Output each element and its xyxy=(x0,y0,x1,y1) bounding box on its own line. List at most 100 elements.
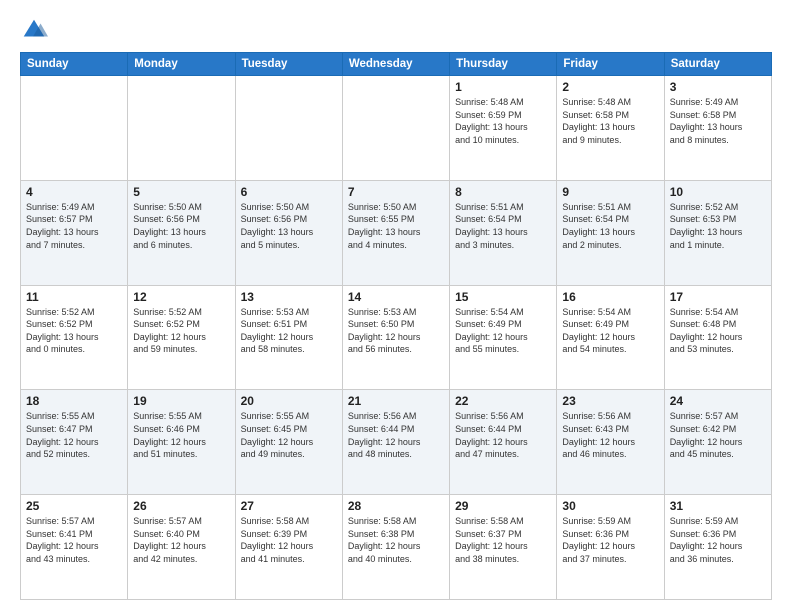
calendar-cell: 5 Sunrise: 5:50 AM Sunset: 6:56 PM Daylig… xyxy=(128,180,235,285)
calendar-cell: 8 Sunrise: 5:51 AM Sunset: 6:54 PM Daylig… xyxy=(450,180,557,285)
calendar-cell: 4 Sunrise: 5:49 AM Sunset: 6:57 PM Daylig… xyxy=(21,180,128,285)
day-info: Sunrise: 5:59 AM Sunset: 6:36 PM Dayligh… xyxy=(562,515,658,565)
calendar-week-5: 25Sunrise: 5:57 AM Sunset: 6:41 PM Dayli… xyxy=(21,495,772,600)
day-number: 9 xyxy=(562,185,658,199)
logo-icon xyxy=(20,16,48,44)
calendar-cell: 25Sunrise: 5:57 AM Sunset: 6:41 PM Dayli… xyxy=(21,495,128,600)
day-number: 2 xyxy=(562,80,658,94)
calendar-week-3: 11 Sunrise: 5:52 AM Sunset: 6:52 PM Dayli… xyxy=(21,285,772,390)
day-number: 23 xyxy=(562,394,658,408)
day-number: 26 xyxy=(133,499,229,513)
calendar-cell: 13 Sunrise: 5:53 AM Sunset: 6:51 PM Dayli… xyxy=(235,285,342,390)
day-number: 7 xyxy=(348,185,444,199)
day-info: Sunrise: 5:51 AM Sunset: 6:54 PM Dayligh… xyxy=(455,201,551,251)
calendar-cell xyxy=(21,76,128,181)
day-info: Sunrise: 5:49 AM Sunset: 6:57 PM Dayligh… xyxy=(26,201,122,251)
day-info: Sunrise: 5:50 AM Sunset: 6:56 PM Dayligh… xyxy=(241,201,337,251)
calendar-cell: 1 Sunrise: 5:48 AM Sunset: 6:59 PM Daylig… xyxy=(450,76,557,181)
calendar-cell: 19Sunrise: 5:55 AM Sunset: 6:46 PM Dayli… xyxy=(128,390,235,495)
calendar-header-thursday: Thursday xyxy=(450,53,557,76)
day-number: 25 xyxy=(26,499,122,513)
calendar-week-1: 1 Sunrise: 5:48 AM Sunset: 6:59 PM Daylig… xyxy=(21,76,772,181)
day-info: Sunrise: 5:58 AM Sunset: 6:38 PM Dayligh… xyxy=(348,515,444,565)
calendar-cell: 16 Sunrise: 5:54 AM Sunset: 6:49 PM Dayli… xyxy=(557,285,664,390)
day-info: Sunrise: 5:55 AM Sunset: 6:46 PM Dayligh… xyxy=(133,410,229,460)
day-info: Sunrise: 5:57 AM Sunset: 6:42 PM Dayligh… xyxy=(670,410,766,460)
calendar-cell xyxy=(342,76,449,181)
logo xyxy=(20,16,52,44)
calendar-header-saturday: Saturday xyxy=(664,53,771,76)
day-number: 18 xyxy=(26,394,122,408)
day-number: 22 xyxy=(455,394,551,408)
day-info: Sunrise: 5:52 AM Sunset: 6:52 PM Dayligh… xyxy=(26,306,122,356)
calendar-cell: 30 Sunrise: 5:59 AM Sunset: 6:36 PM Dayli… xyxy=(557,495,664,600)
day-number: 3 xyxy=(670,80,766,94)
day-number: 15 xyxy=(455,290,551,304)
day-info: Sunrise: 5:48 AM Sunset: 6:58 PM Dayligh… xyxy=(562,96,658,146)
calendar-cell: 24Sunrise: 5:57 AM Sunset: 6:42 PM Dayli… xyxy=(664,390,771,495)
day-info: Sunrise: 5:53 AM Sunset: 6:50 PM Dayligh… xyxy=(348,306,444,356)
day-number: 17 xyxy=(670,290,766,304)
day-info: Sunrise: 5:50 AM Sunset: 6:56 PM Dayligh… xyxy=(133,201,229,251)
calendar-header-tuesday: Tuesday xyxy=(235,53,342,76)
day-info: Sunrise: 5:48 AM Sunset: 6:59 PM Dayligh… xyxy=(455,96,551,146)
calendar-cell: 26Sunrise: 5:57 AM Sunset: 6:40 PM Dayli… xyxy=(128,495,235,600)
calendar-cell: 14 Sunrise: 5:53 AM Sunset: 6:50 PM Dayli… xyxy=(342,285,449,390)
day-number: 5 xyxy=(133,185,229,199)
day-number: 31 xyxy=(670,499,766,513)
day-info: Sunrise: 5:58 AM Sunset: 6:37 PM Dayligh… xyxy=(455,515,551,565)
calendar-cell: 28 Sunrise: 5:58 AM Sunset: 6:38 PM Dayli… xyxy=(342,495,449,600)
calendar-week-4: 18 Sunrise: 5:55 AM Sunset: 6:47 PM Dayli… xyxy=(21,390,772,495)
calendar-cell: 17 Sunrise: 5:54 AM Sunset: 6:48 PM Dayli… xyxy=(664,285,771,390)
calendar-table: SundayMondayTuesdayWednesdayThursdayFrid… xyxy=(20,52,772,600)
day-number: 11 xyxy=(26,290,122,304)
day-info: Sunrise: 5:51 AM Sunset: 6:54 PM Dayligh… xyxy=(562,201,658,251)
calendar-cell: 12Sunrise: 5:52 AM Sunset: 6:52 PM Dayli… xyxy=(128,285,235,390)
calendar-cell: 15 Sunrise: 5:54 AM Sunset: 6:49 PM Dayli… xyxy=(450,285,557,390)
day-info: Sunrise: 5:54 AM Sunset: 6:49 PM Dayligh… xyxy=(562,306,658,356)
day-info: Sunrise: 5:49 AM Sunset: 6:58 PM Dayligh… xyxy=(670,96,766,146)
calendar-header-friday: Friday xyxy=(557,53,664,76)
day-info: Sunrise: 5:55 AM Sunset: 6:45 PM Dayligh… xyxy=(241,410,337,460)
calendar-header-wednesday: Wednesday xyxy=(342,53,449,76)
day-number: 10 xyxy=(670,185,766,199)
day-number: 27 xyxy=(241,499,337,513)
calendar-cell: 27Sunrise: 5:58 AM Sunset: 6:39 PM Dayli… xyxy=(235,495,342,600)
day-info: Sunrise: 5:52 AM Sunset: 6:53 PM Dayligh… xyxy=(670,201,766,251)
calendar-cell: 23 Sunrise: 5:56 AM Sunset: 6:43 PM Dayli… xyxy=(557,390,664,495)
day-number: 8 xyxy=(455,185,551,199)
day-number: 6 xyxy=(241,185,337,199)
calendar-header-row: SundayMondayTuesdayWednesdayThursdayFrid… xyxy=(21,53,772,76)
day-number: 28 xyxy=(348,499,444,513)
day-info: Sunrise: 5:56 AM Sunset: 6:44 PM Dayligh… xyxy=(348,410,444,460)
day-number: 30 xyxy=(562,499,658,513)
day-info: Sunrise: 5:50 AM Sunset: 6:55 PM Dayligh… xyxy=(348,201,444,251)
calendar-cell: 29 Sunrise: 5:58 AM Sunset: 6:37 PM Dayli… xyxy=(450,495,557,600)
day-info: Sunrise: 5:55 AM Sunset: 6:47 PM Dayligh… xyxy=(26,410,122,460)
calendar-cell xyxy=(128,76,235,181)
day-number: 20 xyxy=(241,394,337,408)
day-info: Sunrise: 5:54 AM Sunset: 6:48 PM Dayligh… xyxy=(670,306,766,356)
day-number: 29 xyxy=(455,499,551,513)
day-number: 4 xyxy=(26,185,122,199)
day-number: 16 xyxy=(562,290,658,304)
day-info: Sunrise: 5:53 AM Sunset: 6:51 PM Dayligh… xyxy=(241,306,337,356)
day-number: 1 xyxy=(455,80,551,94)
day-number: 12 xyxy=(133,290,229,304)
calendar-cell: 10 Sunrise: 5:52 AM Sunset: 6:53 PM Dayli… xyxy=(664,180,771,285)
calendar-header-monday: Monday xyxy=(128,53,235,76)
calendar-cell: 9 Sunrise: 5:51 AM Sunset: 6:54 PM Daylig… xyxy=(557,180,664,285)
day-info: Sunrise: 5:56 AM Sunset: 6:43 PM Dayligh… xyxy=(562,410,658,460)
calendar-cell: 21 Sunrise: 5:56 AM Sunset: 6:44 PM Dayli… xyxy=(342,390,449,495)
day-info: Sunrise: 5:54 AM Sunset: 6:49 PM Dayligh… xyxy=(455,306,551,356)
calendar-cell: 6 Sunrise: 5:50 AM Sunset: 6:56 PM Daylig… xyxy=(235,180,342,285)
calendar-cell: 22Sunrise: 5:56 AM Sunset: 6:44 PM Dayli… xyxy=(450,390,557,495)
calendar-header-sunday: Sunday xyxy=(21,53,128,76)
calendar-cell: 3 Sunrise: 5:49 AM Sunset: 6:58 PM Daylig… xyxy=(664,76,771,181)
day-number: 21 xyxy=(348,394,444,408)
day-info: Sunrise: 5:59 AM Sunset: 6:36 PM Dayligh… xyxy=(670,515,766,565)
calendar-cell: 2 Sunrise: 5:48 AM Sunset: 6:58 PM Daylig… xyxy=(557,76,664,181)
day-number: 13 xyxy=(241,290,337,304)
day-number: 14 xyxy=(348,290,444,304)
calendar-week-2: 4 Sunrise: 5:49 AM Sunset: 6:57 PM Daylig… xyxy=(21,180,772,285)
